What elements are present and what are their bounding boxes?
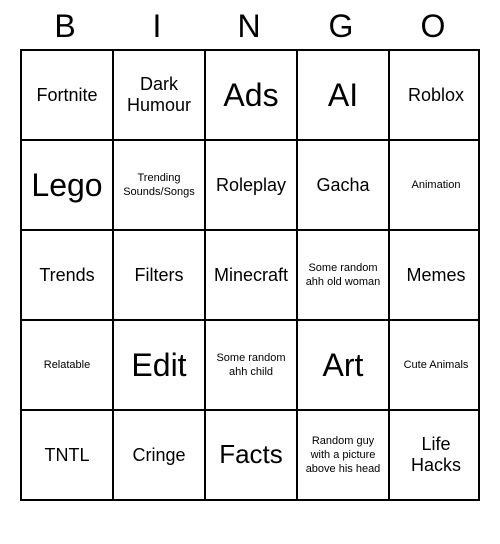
bingo-cell-2-4: Memes bbox=[390, 231, 482, 319]
cell-text-3-3: Art bbox=[323, 347, 364, 384]
header-n: N bbox=[206, 8, 294, 45]
header-b: B bbox=[22, 8, 110, 45]
cell-text-4-4: Life Hacks bbox=[394, 434, 478, 476]
cell-text-1-1: Trending Sounds/Songs bbox=[118, 171, 200, 200]
cell-text-0-3: AI bbox=[328, 77, 358, 114]
cell-text-1-3: Gacha bbox=[316, 175, 369, 196]
cell-text-0-2: Ads bbox=[223, 77, 278, 114]
bingo-cell-4-1: Cringe bbox=[114, 411, 206, 499]
bingo-cell-2-2: Minecraft bbox=[206, 231, 298, 319]
bingo-cell-4-3: Random guy with a picture above his head bbox=[298, 411, 390, 499]
cell-text-0-1: Dark Humour bbox=[118, 74, 200, 116]
cell-text-4-1: Cringe bbox=[132, 445, 185, 466]
bingo-row-2: Trends Filters Minecraft Some random ahh ol… bbox=[22, 231, 478, 321]
cell-text-2-3: Some random ahh old woman bbox=[302, 261, 384, 290]
cell-text-2-1: Filters bbox=[135, 265, 184, 286]
header-o: O bbox=[390, 8, 478, 45]
bingo-row-3: Relatable Edit Some random ahh child Art Cut… bbox=[22, 321, 478, 411]
header-i: I bbox=[114, 8, 202, 45]
cell-text-2-0: Trends bbox=[39, 265, 94, 286]
cell-text-3-1: Edit bbox=[131, 347, 186, 384]
bingo-cell-0-1: Dark Humour bbox=[114, 51, 206, 139]
bingo-row-4: TNTL Cringe Facts Random guy with a picture… bbox=[22, 411, 478, 499]
bingo-cell-4-2: Facts bbox=[206, 411, 298, 499]
bingo-cell-0-2: Ads bbox=[206, 51, 298, 139]
header-g: G bbox=[298, 8, 386, 45]
cell-text-1-0: Lego bbox=[31, 167, 102, 204]
bingo-cell-0-3: AI bbox=[298, 51, 390, 139]
bingo-cell-3-1: Edit bbox=[114, 321, 206, 409]
bingo-row-1: Lego Trending Sounds/Songs Roleplay Gacha An… bbox=[22, 141, 478, 231]
cell-text-2-2: Minecraft bbox=[214, 265, 288, 286]
bingo-cell-0-4: Roblox bbox=[390, 51, 482, 139]
cell-text-2-4: Memes bbox=[406, 265, 465, 286]
bingo-cell-4-4: Life Hacks bbox=[390, 411, 482, 499]
bingo-cell-1-4: Animation bbox=[390, 141, 482, 229]
bingo-cell-1-1: Trending Sounds/Songs bbox=[114, 141, 206, 229]
bingo-cell-2-0: Trends bbox=[22, 231, 114, 319]
cell-text-4-3: Random guy with a picture above his head bbox=[302, 434, 384, 477]
cell-text-0-4: Roblox bbox=[408, 85, 464, 106]
cell-text-4-0: TNTL bbox=[45, 445, 90, 466]
bingo-cell-3-4: Cute Animals bbox=[390, 321, 482, 409]
cell-text-4-2: Facts bbox=[219, 439, 283, 470]
bingo-cell-1-0: Lego bbox=[22, 141, 114, 229]
bingo-header: B I N G O bbox=[20, 0, 480, 49]
bingo-cell-0-0: Fortnite bbox=[22, 51, 114, 139]
cell-text-3-0: Relatable bbox=[44, 358, 90, 372]
bingo-cell-2-3: Some random ahh old woman bbox=[298, 231, 390, 319]
bingo-cell-3-3: Art bbox=[298, 321, 390, 409]
bingo-cell-3-2: Some random ahh child bbox=[206, 321, 298, 409]
cell-text-3-2: Some random ahh child bbox=[210, 351, 292, 380]
bingo-cell-1-3: Gacha bbox=[298, 141, 390, 229]
bingo-cell-4-0: TNTL bbox=[22, 411, 114, 499]
bingo-cell-2-1: Filters bbox=[114, 231, 206, 319]
bingo-grid: Fortnite Dark Humour Ads AI Roblox Lego Trendi… bbox=[20, 49, 480, 501]
cell-text-1-4: Animation bbox=[412, 178, 461, 192]
cell-text-3-4: Cute Animals bbox=[404, 358, 469, 372]
bingo-cell-3-0: Relatable bbox=[22, 321, 114, 409]
cell-text-1-2: Roleplay bbox=[216, 175, 286, 196]
bingo-cell-1-2: Roleplay bbox=[206, 141, 298, 229]
bingo-row-0: Fortnite Dark Humour Ads AI Roblox bbox=[22, 51, 478, 141]
cell-text-0-0: Fortnite bbox=[36, 85, 97, 106]
